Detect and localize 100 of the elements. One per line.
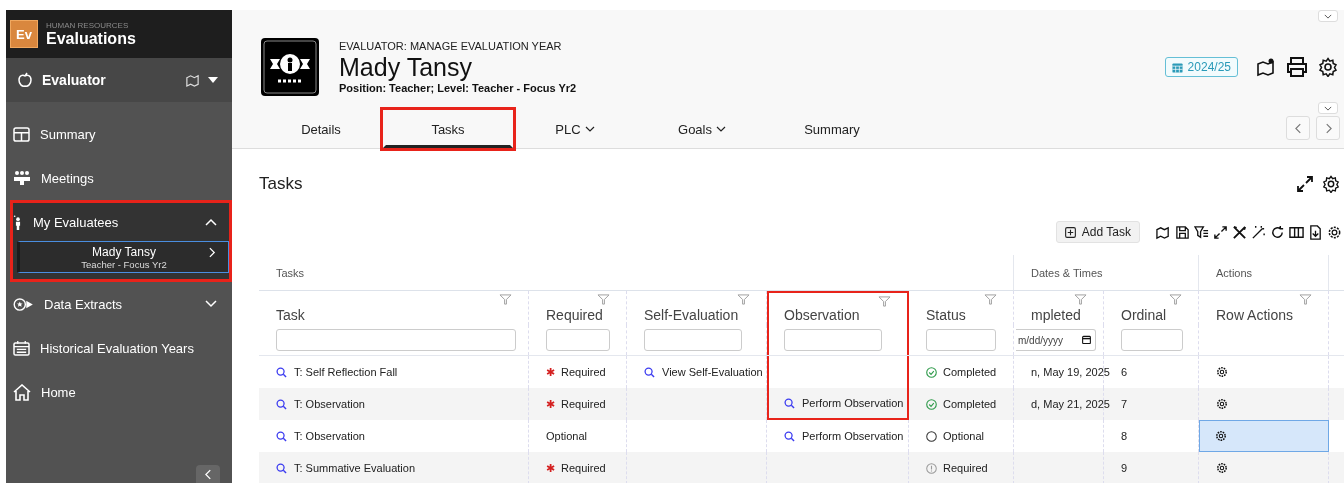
nav-label: Summary bbox=[40, 126, 97, 142]
nav-label: Data Extracts bbox=[44, 296, 124, 312]
magic-wand-icon[interactable] bbox=[1251, 224, 1266, 240]
role-bar[interactable]: Evaluator bbox=[6, 58, 232, 102]
evaluatee-item[interactable]: Mady Tansy Teacher - Focus Yr2 bbox=[17, 241, 229, 273]
settings-icon[interactable] bbox=[1215, 430, 1227, 442]
columns-icon[interactable] bbox=[1289, 224, 1304, 240]
column-header[interactable]: mpleted bbox=[1014, 291, 1104, 325]
expand-icon[interactable] bbox=[1296, 175, 1314, 193]
nav-item[interactable]: Summary bbox=[13, 115, 229, 153]
completed-date: d, May 21, 2025 bbox=[1031, 398, 1110, 410]
nav-label: Home bbox=[41, 384, 77, 400]
filter-field[interactable] bbox=[1121, 329, 1183, 351]
ordinal-value: 8 bbox=[1121, 430, 1128, 442]
task-link[interactable]: T: Self Reflection Fall bbox=[276, 366, 398, 378]
search-icon bbox=[644, 366, 655, 378]
search-icon bbox=[276, 366, 287, 378]
tab[interactable]: PLC bbox=[513, 110, 637, 148]
evaluatee-badge-icon bbox=[259, 36, 321, 98]
map-icon[interactable] bbox=[1156, 224, 1171, 240]
role-label: Evaluator bbox=[42, 72, 107, 88]
map-icon[interactable] bbox=[185, 72, 200, 88]
required-marker: ✱ bbox=[546, 365, 555, 379]
settings-icon[interactable] bbox=[1322, 175, 1340, 193]
chevron-left-icon bbox=[1294, 122, 1302, 134]
column-header[interactable]: Row Actions bbox=[1199, 291, 1329, 325]
add-task-button[interactable]: Add Task bbox=[1055, 221, 1140, 243]
nav-item[interactable]: My Evaluatees bbox=[13, 203, 229, 241]
next-button[interactable] bbox=[1316, 116, 1340, 140]
requirement-label: Required bbox=[561, 366, 606, 378]
filter-list-icon[interactable] bbox=[1194, 224, 1209, 240]
observation-link[interactable]: Perform Observation bbox=[784, 430, 904, 442]
tabs-menu-button[interactable] bbox=[1318, 102, 1338, 114]
nav-label: My Evaluatees bbox=[33, 214, 120, 230]
nav-item[interactable]: Data Extracts bbox=[13, 285, 229, 323]
column-header[interactable]: Observation bbox=[767, 291, 909, 325]
home-icon bbox=[13, 383, 31, 401]
row-actions-cell[interactable] bbox=[1199, 420, 1329, 452]
caret-icon[interactable] bbox=[208, 77, 218, 83]
expand-icon[interactable] bbox=[1213, 224, 1228, 240]
filter-field[interactable] bbox=[546, 329, 610, 351]
column-header[interactable]: Required bbox=[529, 291, 627, 325]
column-group-header: Actions bbox=[1216, 266, 1253, 279]
tab[interactable]: Details bbox=[259, 110, 383, 148]
settings-icon[interactable] bbox=[1327, 224, 1342, 240]
refresh-icon[interactable] bbox=[1270, 224, 1285, 240]
settings-icon[interactable] bbox=[1216, 398, 1228, 410]
column-header[interactable]: Self-Evaluation bbox=[627, 291, 767, 325]
date-filter-field[interactable]: m/dd/yyyy bbox=[1016, 329, 1096, 351]
requirement-label: Optional bbox=[546, 430, 587, 442]
calendar-icon[interactable] bbox=[1082, 335, 1091, 344]
filter-field[interactable] bbox=[784, 329, 883, 351]
observation-link[interactable]: Perform Observation bbox=[784, 397, 904, 409]
nav-item[interactable]: Meetings bbox=[13, 159, 229, 197]
settings-icon[interactable] bbox=[1216, 462, 1228, 474]
collapse-header-button[interactable] bbox=[1318, 10, 1338, 22]
table-icon bbox=[13, 126, 30, 142]
evaluatee-name-heading: Mady Tansy bbox=[339, 52, 473, 82]
nav-item[interactable]: Historical Evaluation Years bbox=[13, 329, 229, 367]
save-icon[interactable] bbox=[1175, 224, 1190, 240]
collapse-sidebar-button[interactable] bbox=[196, 465, 220, 483]
ordinal-value: 6 bbox=[1121, 366, 1128, 378]
self-evaluation-link[interactable]: View Self-Evaluation bbox=[644, 366, 763, 378]
task-link[interactable]: T: Summative Evaluation bbox=[276, 462, 416, 474]
chevron-down-icon bbox=[584, 126, 595, 132]
column-group-header: Tasks bbox=[276, 266, 305, 279]
people-icon bbox=[13, 170, 31, 186]
column-group-header: Dates & Times bbox=[1031, 266, 1103, 279]
column-header[interactable]: Task bbox=[259, 291, 529, 325]
requirement-label: Required bbox=[561, 398, 606, 410]
tab[interactable]: Goals bbox=[637, 110, 767, 148]
tab[interactable]: Tasks bbox=[383, 110, 513, 148]
chevron-right-icon bbox=[209, 247, 216, 258]
download-icon[interactable] bbox=[1308, 224, 1323, 240]
filter-field[interactable] bbox=[926, 329, 996, 351]
search-icon bbox=[784, 397, 795, 409]
print-icon[interactable] bbox=[1286, 57, 1308, 77]
requirement-label: Required bbox=[561, 462, 606, 474]
task-link[interactable]: T: Observation bbox=[276, 398, 365, 410]
completed-date: n, May 19, 2025 bbox=[1031, 366, 1110, 378]
tools-icon[interactable] bbox=[1232, 224, 1247, 240]
status-label: Optional bbox=[943, 430, 984, 442]
settings-icon[interactable] bbox=[1216, 366, 1228, 378]
search-icon bbox=[276, 398, 287, 410]
column-header[interactable]: Ordinal bbox=[1104, 291, 1199, 325]
column-header[interactable]: Status bbox=[909, 291, 1014, 325]
person-icon bbox=[13, 213, 23, 231]
filter-field[interactable] bbox=[644, 329, 742, 351]
ordinal-value: 9 bbox=[1121, 462, 1128, 474]
settings-icon[interactable] bbox=[1318, 57, 1338, 77]
status-label: Completed bbox=[943, 366, 997, 378]
task-link[interactable]: T: Observation bbox=[276, 430, 365, 442]
nav-item[interactable]: Home bbox=[13, 373, 229, 411]
map-icon[interactable] bbox=[1256, 57, 1276, 77]
plus-icon bbox=[1064, 226, 1076, 238]
tab[interactable]: Summary bbox=[767, 110, 897, 148]
search-icon bbox=[784, 430, 795, 442]
department-label: HUMAN RESOURCES bbox=[46, 20, 130, 30]
calendar-icon bbox=[1171, 61, 1183, 73]
filter-field[interactable] bbox=[276, 329, 516, 351]
